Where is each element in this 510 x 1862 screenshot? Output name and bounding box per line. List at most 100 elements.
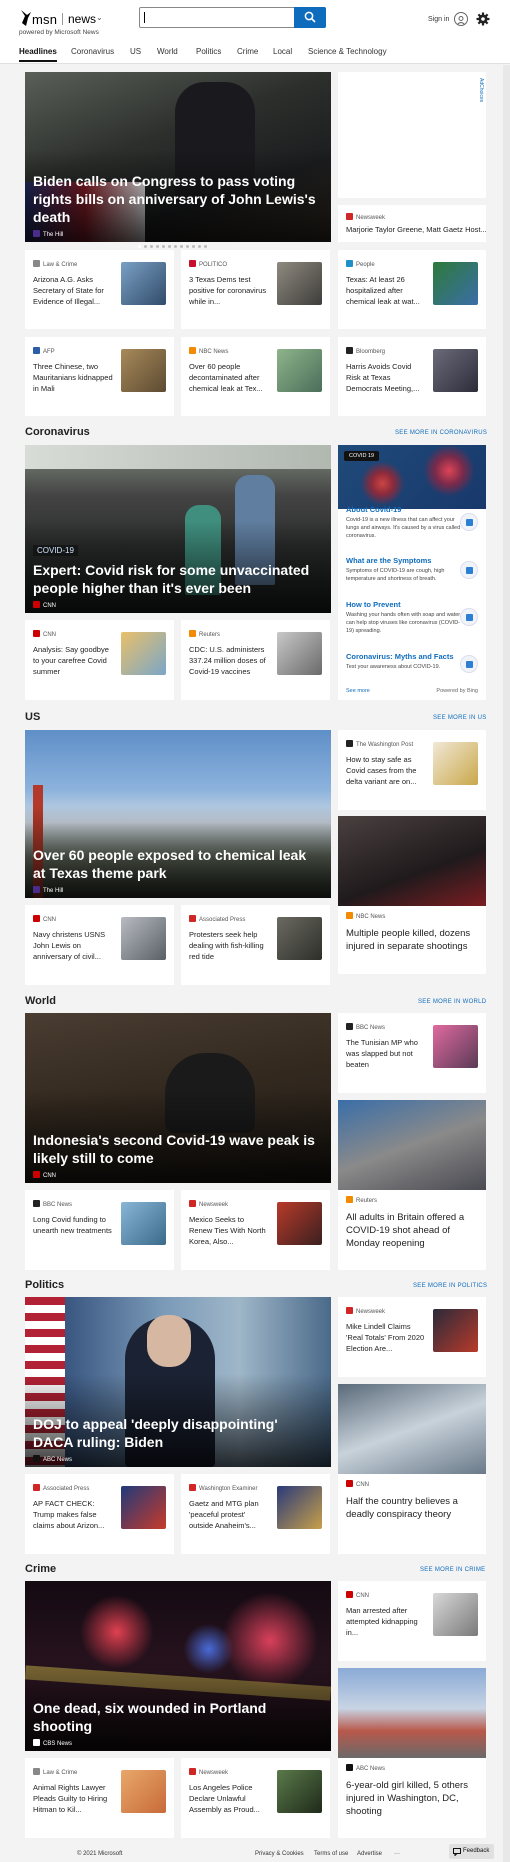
more-menu-icon[interactable]: ··· xyxy=(394,1851,400,1857)
tab-science-technology[interactable]: Science & Technology xyxy=(308,47,387,56)
advertise-link[interactable]: Advertise xyxy=(357,1851,382,1857)
hero-card-politics[interactable]: DOJ to appeal 'deeply disappointing' DAC… xyxy=(25,1297,331,1467)
tab-coronavirus[interactable]: Coronavirus xyxy=(71,47,114,56)
news-card[interactable]: Bloomberg Harris Avoids Covid Risk at Te… xyxy=(338,337,486,416)
news-card[interactable]: Law & Crime Animal Rights Lawyer Pleads … xyxy=(25,1758,174,1838)
ad-slot[interactable]: AdChoices xyxy=(338,72,486,198)
news-card[interactable]: CNN Navy christens USNS John Lewis on an… xyxy=(25,905,174,985)
info-item[interactable]: What are the Symptoms Symptoms of COVID-1… xyxy=(346,556,466,583)
info-item[interactable]: How to Prevent Washing your hands often w… xyxy=(346,600,466,635)
news-card[interactable]: CNN Man arrested after attempted kidnapp… xyxy=(338,1581,486,1661)
info-item[interactable]: About Covid-19 Covid-19 is a new illness … xyxy=(346,505,466,540)
news-card[interactable]: BBC News Long Covid funding to unearth n… xyxy=(25,1190,174,1270)
news-card[interactable]: CNN Analysis: Say goodbye to your carefr… xyxy=(25,620,174,700)
article-title: AP FACT CHECK: Trump makes false claims … xyxy=(33,1499,105,1530)
article-title: Mike Lindell Claims 'Real Totals' From 2… xyxy=(346,1322,425,1353)
news-card[interactable]: POLITICO 3 Texas Dems test positive for … xyxy=(181,250,330,329)
article-thumbnail xyxy=(433,262,478,305)
article-title: 3 Texas Dems test positive for coronavir… xyxy=(189,275,267,306)
article-title: Harris Avoids Covid Risk at Texas Democr… xyxy=(346,362,420,393)
news-card[interactable]: Newsweek Mike Lindell Claims 'Real Total… xyxy=(338,1297,486,1377)
news-card[interactable]: Washington Examiner Gaetz and MTG plan '… xyxy=(181,1474,330,1554)
hero-card-crime[interactable]: One dead, six wounded in Portland shooti… xyxy=(25,1581,331,1751)
article-thumbnail xyxy=(433,742,478,785)
side-card[interactable]: Newsweek Marjorie Taylor Greene, Matt Ga… xyxy=(338,205,486,242)
info-item-title: How to Prevent xyxy=(346,600,401,609)
news-card[interactable]: Newsweek Los Angeles Police Declare Unla… xyxy=(181,1758,330,1838)
hero-title: Indonesia's second Covid-19 wave peak is… xyxy=(33,1132,315,1166)
news-card-tall[interactable]: CNN Half the country believes a deadly c… xyxy=(338,1384,486,1554)
see-more-us[interactable]: SEE MORE IN US xyxy=(433,715,487,721)
article-title: Los Angeles Police Declare Unlawful Asse… xyxy=(189,1783,260,1814)
article-title: Arizona A.G. Asks Secretary of State for… xyxy=(33,275,104,306)
info-item[interactable]: Coronavirus: Myths and Facts Test your aw… xyxy=(346,652,466,671)
article-source: Law & Crime xyxy=(33,1768,77,1776)
news-card-tall[interactable]: NBC News Multiple people killed, dozens … xyxy=(338,816,486,974)
see-more-politics[interactable]: SEE MORE IN POLITICS xyxy=(413,1283,487,1289)
article-thumbnail xyxy=(277,262,322,305)
gear-icon[interactable] xyxy=(476,12,490,26)
article-thumbnail xyxy=(121,1202,166,1245)
hero-card-coronavirus[interactable]: COVID-19 Expert: Covid risk for some unv… xyxy=(25,445,331,613)
avatar-icon[interactable] xyxy=(454,12,468,26)
news-card[interactable]: Associated Press AP FACT CHECK: Trump ma… xyxy=(25,1474,174,1554)
tab-us[interactable]: US xyxy=(130,47,141,56)
article-source: CNN xyxy=(346,1480,369,1488)
article-source: Newsweek xyxy=(346,213,385,221)
article-source: Reuters xyxy=(189,630,220,638)
search-button[interactable] xyxy=(294,7,326,28)
article-thumbnail xyxy=(121,917,166,960)
tab-local[interactable]: Local xyxy=(273,47,292,56)
news-card-tall[interactable]: Reuters All adults in Britain offered a … xyxy=(338,1100,486,1270)
news-card[interactable]: AFP Three Chinese, two Mauritanians kidn… xyxy=(25,337,174,416)
chevron-down-icon[interactable]: ⌄ xyxy=(96,13,103,22)
hero-source: The Hill xyxy=(33,230,63,238)
article-thumbnail xyxy=(433,1309,478,1352)
feedback-button[interactable]: Feedback xyxy=(449,1844,494,1859)
tab-politics[interactable]: Politics xyxy=(196,47,221,56)
article-image xyxy=(338,816,486,906)
article-title: Texas: At least 26 hospitalized after ch… xyxy=(346,275,420,306)
hero-tag: COVID-19 xyxy=(33,545,78,556)
article-title: Protesters seek help dealing with fish-k… xyxy=(189,930,264,961)
news-card[interactable]: Newsweek Mexico Seeks to Renew Ties With… xyxy=(181,1190,330,1270)
covid-see-more-link[interactable]: See more xyxy=(346,688,370,694)
news-card[interactable]: Associated Press Protesters seek help de… xyxy=(181,905,330,985)
hero-card-world[interactable]: Indonesia's second Covid-19 wave peak is… xyxy=(25,1013,331,1183)
news-card[interactable]: People Texas: At least 26 hospitalized a… xyxy=(338,250,486,329)
ad-choices-label[interactable]: AdChoices xyxy=(478,78,484,102)
article-title: Analysis: Say goodbye to your carefree C… xyxy=(33,645,109,676)
tab-world[interactable]: World xyxy=(157,47,178,56)
article-source: The Washington Post xyxy=(346,740,413,748)
news-card[interactable]: BBC News The Tunisian MP who was slapped… xyxy=(338,1013,486,1093)
top-bar: msn news ⌄ powered by Microsoft News Sig… xyxy=(0,0,510,40)
tent-canopy xyxy=(25,445,331,469)
section-label[interactable]: news xyxy=(68,12,96,26)
see-more-crime[interactable]: SEE MORE IN CRIME xyxy=(420,1567,485,1573)
tab-headlines[interactable]: Headlines xyxy=(19,47,57,56)
article-title: CDC: U.S. administers 337.24 million dos… xyxy=(189,645,266,676)
hero-source: ABC News xyxy=(33,1455,72,1463)
terms-link[interactable]: Terms of use xyxy=(314,1851,348,1857)
section-heading-crime: Crime xyxy=(25,1563,57,1575)
news-card[interactable]: Law & Crime Arizona A.G. Asks Secretary … xyxy=(25,250,174,329)
hero-card-top[interactable]: Biden calls on Congress to pass voting r… xyxy=(25,72,331,242)
footer: © 2021 Microsoft Privacy & Cookies Terms… xyxy=(0,1848,510,1862)
article-thumbnail xyxy=(277,1202,322,1245)
hero-title: DOJ to appeal 'deeply disappointing' DAC… xyxy=(33,1416,278,1450)
news-card[interactable]: NBC News Over 60 people decontaminated a… xyxy=(181,337,330,416)
article-title: Half the country believes a deadly consp… xyxy=(346,1496,458,1520)
news-card[interactable]: The Washington Post How to stay safe as … xyxy=(338,730,486,810)
see-more-world[interactable]: SEE MORE IN WORLD xyxy=(418,999,486,1005)
sign-in-link[interactable]: Sign in xyxy=(428,16,449,23)
tab-crime[interactable]: Crime xyxy=(237,47,258,56)
news-card-tall[interactable]: ABC News 6-year-old girl killed, 5 other… xyxy=(338,1668,486,1838)
covid-info-card[interactable]: COVID 19 About Covid-19 Covid-19 is a new… xyxy=(338,445,486,700)
hero-card-us[interactable]: Over 60 people exposed to chemical leak … xyxy=(25,730,331,898)
privacy-link[interactable]: Privacy & Cookies xyxy=(255,1851,304,1857)
news-card[interactable]: Reuters CDC: U.S. administers 337.24 mil… xyxy=(181,620,330,700)
scrollbar[interactable] xyxy=(503,65,510,1862)
article-thumbnail xyxy=(277,917,322,960)
article-title: Man arrested after attempted kidnapping … xyxy=(346,1606,418,1637)
see-more-coronavirus[interactable]: SEE MORE IN CORONAVIRUS xyxy=(395,430,487,436)
